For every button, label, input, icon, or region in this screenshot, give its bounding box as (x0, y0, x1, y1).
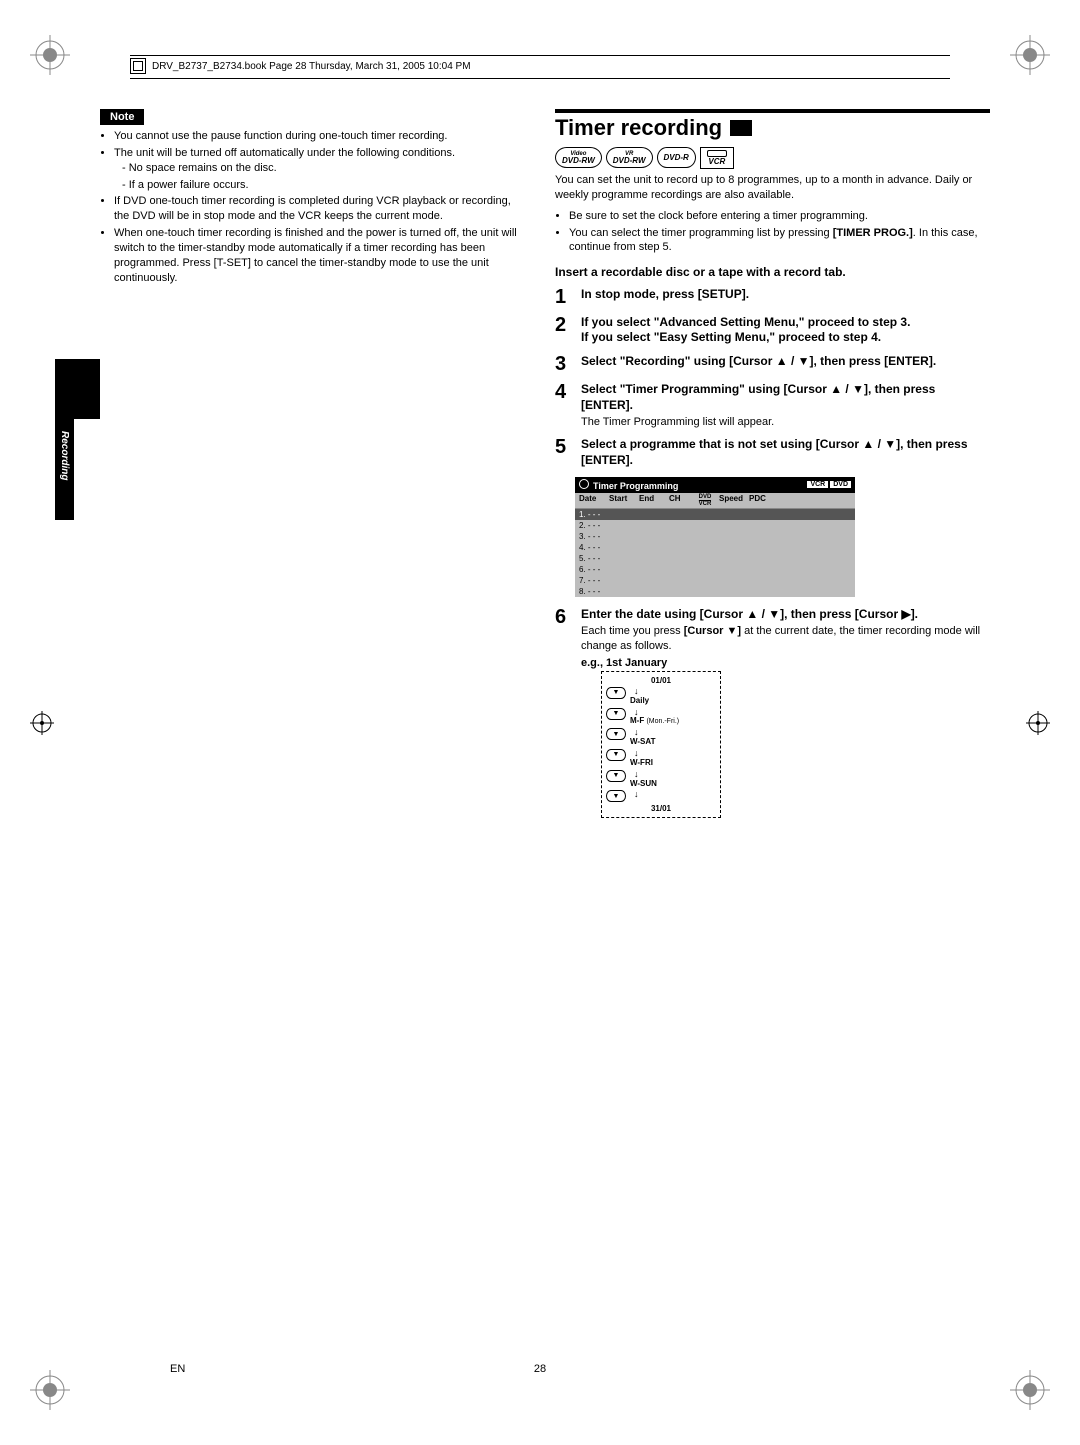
cursor-down-icon: ▼ (606, 790, 626, 802)
crop-mark-icon (30, 1370, 70, 1410)
badge-vcr: VCR (700, 147, 734, 169)
section-marker (55, 359, 100, 419)
step-text: Select "Recording" using [Cursor ▲ / ▼],… (581, 354, 990, 370)
page-footer: EN 28 (0, 1363, 1080, 1375)
note-item: The unit will be turned off automaticall… (114, 146, 525, 193)
clock-icon (579, 479, 589, 489)
cycle-end: 31/01 (606, 804, 716, 813)
step-5: 5 Select a programme that is not set usi… (555, 437, 990, 468)
preliminary-step: Insert a recordable disc or a tape with … (555, 265, 990, 281)
screen-title: Timer Programming (593, 481, 678, 491)
cursor-down-icon: ▼ (606, 770, 626, 782)
note-item: When one-touch timer recording is finish… (114, 226, 525, 285)
cycle-start: 01/01 (606, 676, 716, 685)
note-label: Note (100, 109, 144, 125)
section-title: Timer recording (555, 115, 722, 141)
step-text: Enter the date using [Cursor ▲ / ▼], the… (581, 607, 990, 623)
step-text: Select a programme that is not set using… (581, 437, 990, 468)
step-number: 4 (555, 382, 573, 429)
cursor-down-icon: ▼ (606, 708, 626, 720)
table-row: 2. - - - (575, 520, 855, 531)
timer-programming-screen: Timer Programming VCR DVD Date Start End… (575, 477, 855, 597)
cursor-down-icon: ▼ (606, 687, 626, 699)
table-row: 4. - - - (575, 542, 855, 553)
table-row: 7. - - - (575, 575, 855, 586)
note-bullets: You cannot use the pause function during… (100, 129, 525, 285)
lang-code: EN (170, 1363, 185, 1375)
side-mark-icon (1026, 711, 1050, 735)
table-header: Date Start End CH DVDVCR Speed PDC (575, 493, 855, 509)
manual-page: DRV_B2737_B2734.book Page 28 Thursday, M… (0, 0, 1080, 1445)
section-title-marker-icon (730, 120, 752, 136)
note-sub-bullets: No space remains on the disc. If a power… (114, 161, 525, 193)
step-subtext: The Timer Programming list will appear. (581, 415, 990, 429)
step-2: 2 If you select "Advanced Setting Menu,"… (555, 315, 990, 346)
note-sub-item: If a power failure occurs. (122, 178, 525, 193)
side-mark-icon (30, 711, 54, 735)
step-1: 1 In stop mode, press [SETUP]. (555, 287, 990, 307)
step-number: 5 (555, 437, 573, 468)
tag-dvd: DVD (830, 481, 851, 488)
page-number: 28 (534, 1363, 546, 1375)
crop-mark-icon (30, 35, 70, 75)
cursor-down-icon: ▼ (606, 728, 626, 740)
table-row: 6. - - - (575, 564, 855, 575)
book-header: DRV_B2737_B2734.book Page 28 Thursday, M… (130, 55, 950, 79)
table-row: 1. - - - (575, 509, 855, 520)
intro-bullet: Be sure to set the clock before entering… (569, 209, 990, 224)
step-subtext: Each time you press [Cursor ▼] at the cu… (581, 624, 990, 653)
table-row: 5. - - - (575, 553, 855, 564)
note-sub-item: No space remains on the disc. (122, 161, 525, 176)
step-text: In stop mode, press [SETUP]. (581, 287, 990, 303)
step-6: 6 Enter the date using [Cursor ▲ / ▼], t… (555, 607, 990, 819)
step-number: 1 (555, 287, 573, 307)
side-tab-recording: Recording (55, 419, 74, 520)
note-item: If DVD one-touch timer recording is comp… (114, 194, 525, 224)
step-3: 3 Select "Recording" using [Cursor ▲ / ▼… (555, 354, 990, 374)
note-item: You cannot use the pause function during… (114, 129, 525, 144)
step-text: If you select "Easy Setting Menu," proce… (581, 330, 990, 346)
intro-bullet: You can select the timer programming lis… (569, 226, 990, 256)
step-number: 3 (555, 354, 573, 374)
step-text: Select "Timer Programming" using [Cursor… (581, 382, 990, 413)
step-text: If you select "Advanced Setting Menu," p… (581, 315, 990, 331)
date-cycle-diagram: 01/01 ▼↓Daily ▼↓M-F (Mon.-Fri.) ▼↓W-SAT … (601, 671, 721, 818)
badge-dvdr: DVD-R (657, 147, 696, 168)
crop-mark-icon (1010, 35, 1050, 75)
table-row: 3. - - - (575, 531, 855, 542)
intro-bullets: Be sure to set the clock before entering… (555, 209, 990, 256)
step-number: 6 (555, 607, 573, 819)
badge-dvdrw-vr: VRDVD-RW (606, 147, 653, 168)
cursor-down-icon: ▼ (606, 749, 626, 761)
book-icon (130, 58, 146, 74)
badge-dvdrw-video: VideoDVD-RW (555, 147, 602, 168)
tape-icon (707, 150, 727, 157)
left-column: Recording Note You cannot use the pause … (90, 109, 525, 826)
step-4: 4 Select "Timer Programming" using [Curs… (555, 382, 990, 429)
intro-text: You can set the unit to record up to 8 p… (555, 173, 990, 203)
right-column: Timer recording VideoDVD-RW VRDVD-RW DVD… (555, 109, 990, 826)
table-row: 8. - - - (575, 586, 855, 597)
step-number: 2 (555, 315, 573, 346)
crop-mark-icon (1010, 1370, 1050, 1410)
tag-vcr: VCR (807, 481, 828, 488)
example-label: e.g., 1st January (581, 657, 990, 669)
book-header-text: DRV_B2737_B2734.book Page 28 Thursday, M… (152, 61, 471, 72)
media-badges: VideoDVD-RW VRDVD-RW DVD-R VCR (555, 147, 990, 169)
